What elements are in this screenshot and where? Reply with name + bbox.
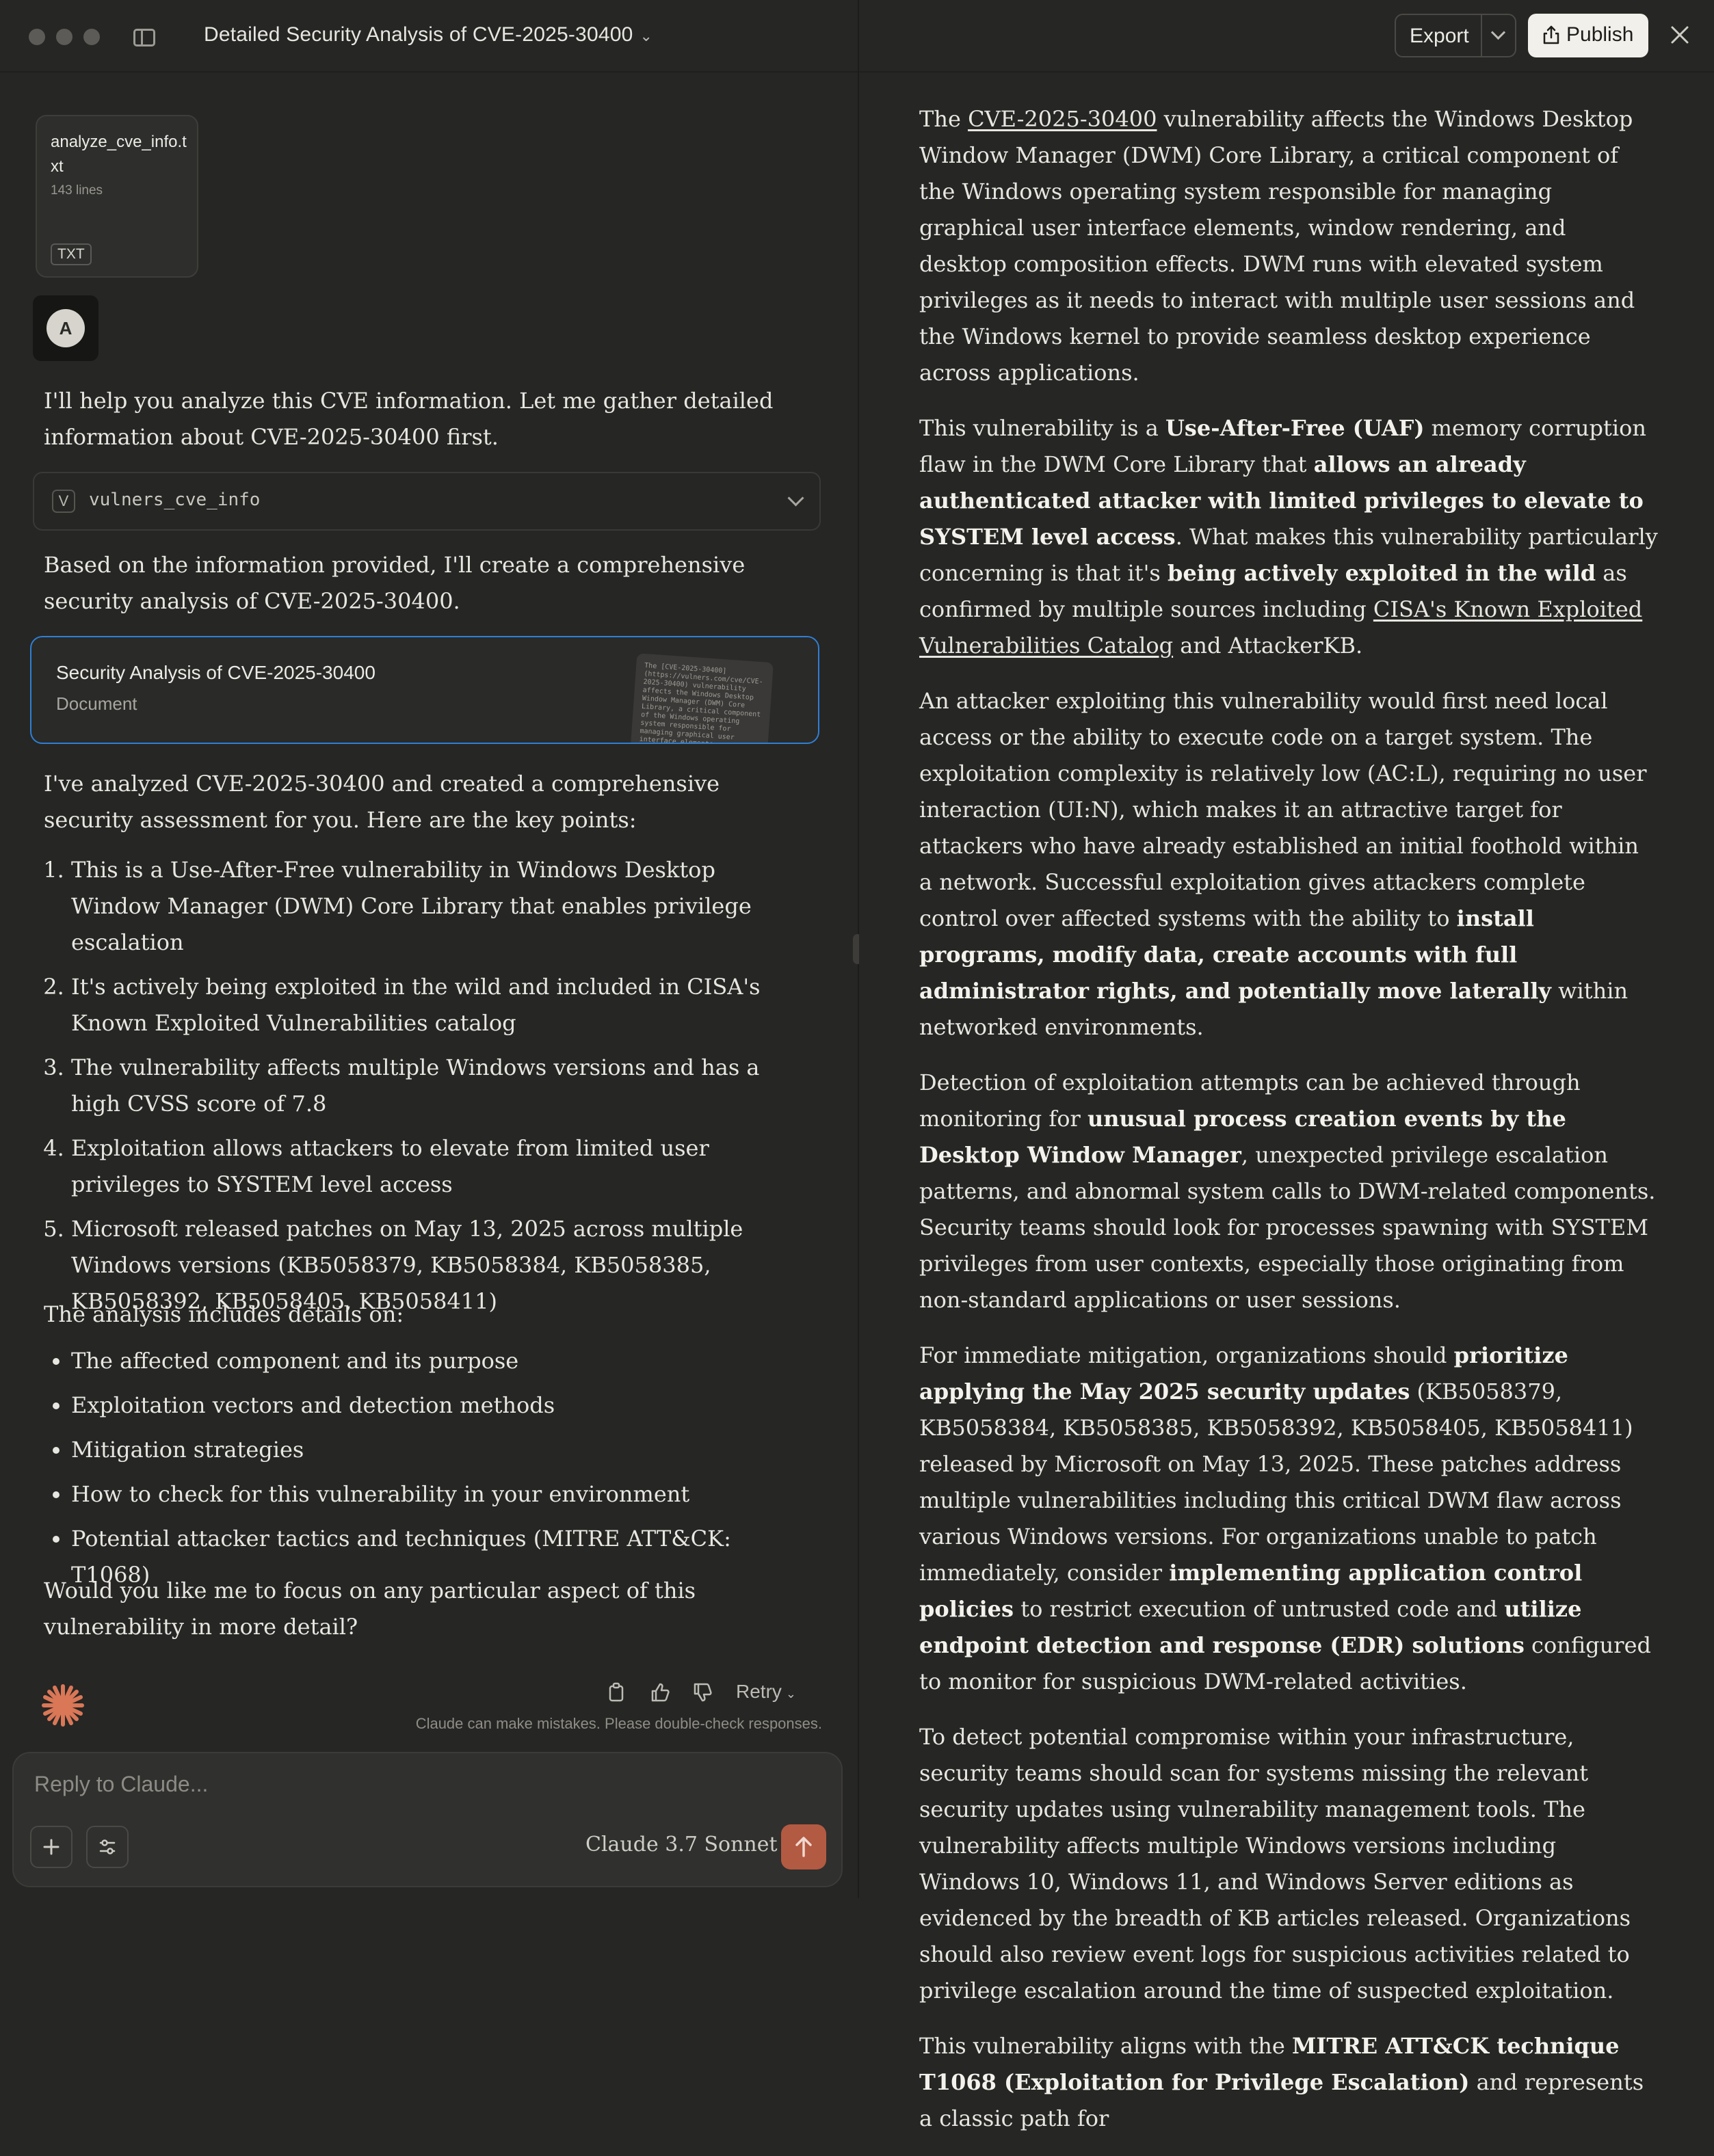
bold-text: being actively exploited in the wild [1167, 560, 1596, 586]
model-selector[interactable]: Claude 3.7 Sonnet⌄ [585, 1833, 792, 1856]
export-divider [1481, 15, 1482, 56]
tools-button[interactable] [86, 1826, 129, 1868]
share-icon [1543, 25, 1559, 44]
thumbs-down-icon[interactable] [692, 1682, 713, 1703]
document-paragraph: An attacker exploiting this vulnerabilit… [919, 683, 1658, 1046]
document-text: The [919, 106, 968, 132]
list-item: This is a Use-After-Free vulnerability i… [71, 852, 810, 961]
list-item: Exploitation vectors and detection metho… [71, 1387, 810, 1424]
artifact-pane: Export Publish The CVE-2025-30400 vulner… [859, 0, 1714, 2131]
assistant-message-2: Based on the information provided, I'll … [44, 552, 746, 614]
publish-button[interactable]: Publish [1528, 14, 1648, 57]
assistant-message-1: I'll help you analyze this CVE informati… [44, 388, 774, 450]
tool-letter-icon: V [52, 490, 75, 513]
retry-button[interactable]: Retry ⌄ [736, 1681, 796, 1703]
chevron-down-icon[interactable] [1490, 25, 1506, 40]
document-paragraph: This vulnerability aligns with the MITRE… [919, 2028, 1658, 2137]
document-text: (KB5058379, KB5058384, KB5058385, KB5058… [919, 1379, 1633, 1586]
sliders-icon [99, 1839, 116, 1854]
document-text: This vulnerability aligns with the [919, 2033, 1292, 2059]
sidebar-toggle-icon[interactable] [133, 29, 155, 46]
claude-logo-icon [42, 1684, 84, 1727]
chevron-down-icon [787, 490, 804, 507]
user-avatar: A [33, 295, 98, 361]
window-maximize-dot[interactable] [83, 29, 100, 45]
document-paragraph: This vulnerability is a Use-After-Free (… [919, 410, 1658, 664]
reply-input[interactable] [33, 1771, 802, 1798]
attachment-type-badge: TXT [51, 243, 92, 265]
window-minimize-dot[interactable] [56, 29, 72, 45]
model-name: Claude 3.7 Sonnet [585, 1833, 778, 1856]
conversation-title[interactable]: Detailed Security Analysis of CVE-2025-3… [204, 23, 652, 46]
disclaimer-text: Claude can make mistakes. Please double-… [415, 1715, 822, 1732]
arrow-up-icon [795, 1837, 812, 1857]
chevron-down-icon: ⌄ [640, 27, 653, 44]
list-item: The vulnerability affects multiple Windo… [71, 1050, 810, 1122]
document-text: to restrict execution of untrusted code … [1014, 1596, 1505, 1622]
list-item: Mitigation strategies [71, 1432, 810, 1468]
conversation-title-text: Detailed Security Analysis of CVE-2025-3… [204, 23, 633, 46]
document-paragraph: The CVE-2025-30400 vulnerability affects… [919, 101, 1658, 391]
list-item: Exploitation allows attackers to elevate… [71, 1130, 810, 1203]
copy-icon[interactable] [606, 1682, 627, 1703]
publish-label: Publish [1566, 23, 1634, 46]
document-paragraph: For immediate mitigation, organizations … [919, 1337, 1658, 1700]
attachment-line-count: 143 lines [51, 183, 103, 198]
list-item: How to check for this vulnerability in y… [71, 1476, 810, 1513]
assistant-message-3: I've analyzed CVE-2025-30400 and created… [44, 771, 720, 833]
document-body: The CVE-2025-30400 vulnerability affects… [919, 101, 1658, 2156]
add-attachment-button[interactable] [30, 1826, 72, 1868]
tool-call-row[interactable]: V vulners_cve_info [33, 472, 821, 531]
artifact-header: Export Publish [859, 0, 1714, 72]
send-button[interactable] [781, 1824, 826, 1869]
tool-call-name: vulners_cve_info [89, 490, 261, 510]
retry-label: Retry [736, 1681, 782, 1702]
artifact-thumbnail: The [CVE-2025-30400](https://vulners.com… [630, 653, 774, 743]
thumbs-up-icon[interactable] [650, 1682, 670, 1703]
plus-icon [43, 1839, 60, 1855]
artifact-card[interactable]: Security Analysis of CVE-2025-30400 Docu… [30, 636, 819, 744]
artifact-title: Security Analysis of CVE-2025-30400 [56, 662, 375, 683]
key-points-list: This is a Use-After-Free vulnerability i… [44, 852, 810, 1328]
export-button[interactable]: Export [1395, 14, 1516, 57]
artifact-type: Document [56, 693, 137, 714]
document-text: and AttackerKB. [1173, 633, 1363, 658]
user-avatar-letter: A [47, 309, 85, 347]
document-paragraph: To detect potential compromise within yo… [919, 1719, 1658, 2009]
list-item: It's actively being exploited in the wil… [71, 969, 810, 1041]
document-link[interactable]: CVE-2025-30400 [968, 106, 1157, 132]
assistant-message-5: Would you like me to focus on any partic… [44, 1578, 696, 1640]
chat-pane: Detailed Security Analysis of CVE-2025-3… [0, 0, 859, 1898]
document-text: vulnerability affects the Windows Deskto… [919, 106, 1635, 386]
document-text: This vulnerability is a [919, 415, 1165, 441]
chat-header: Detailed Security Analysis of CVE-2025-3… [0, 0, 858, 72]
attachment-name: analyze_cve_info.txt [51, 133, 187, 176]
window-close-dot[interactable] [29, 29, 45, 45]
reply-composer: Claude 3.7 Sonnet⌄ [12, 1752, 843, 1887]
list-item: The affected component and its purpose [71, 1343, 810, 1379]
document-paragraph: Detection of exploitation attempts can b… [919, 1065, 1658, 1318]
bold-text: Use-After-Free (UAF) [1165, 415, 1425, 441]
document-text: To detect potential compromise within yo… [919, 1724, 1631, 2004]
export-label: Export [1410, 25, 1469, 47]
document-text: An attacker exploiting this vulnerabilit… [919, 688, 1647, 931]
details-list: The affected component and its purpose E… [44, 1343, 810, 1601]
assistant-message-4: The analysis includes details on: [44, 1301, 404, 1327]
chevron-down-icon: ⌄ [785, 1687, 796, 1701]
attachment-card[interactable]: analyze_cve_info.txt 143 lines TXT [36, 115, 198, 278]
document-text: For immediate mitigation, organizations … [919, 1342, 1454, 1368]
close-icon[interactable] [1670, 25, 1690, 45]
